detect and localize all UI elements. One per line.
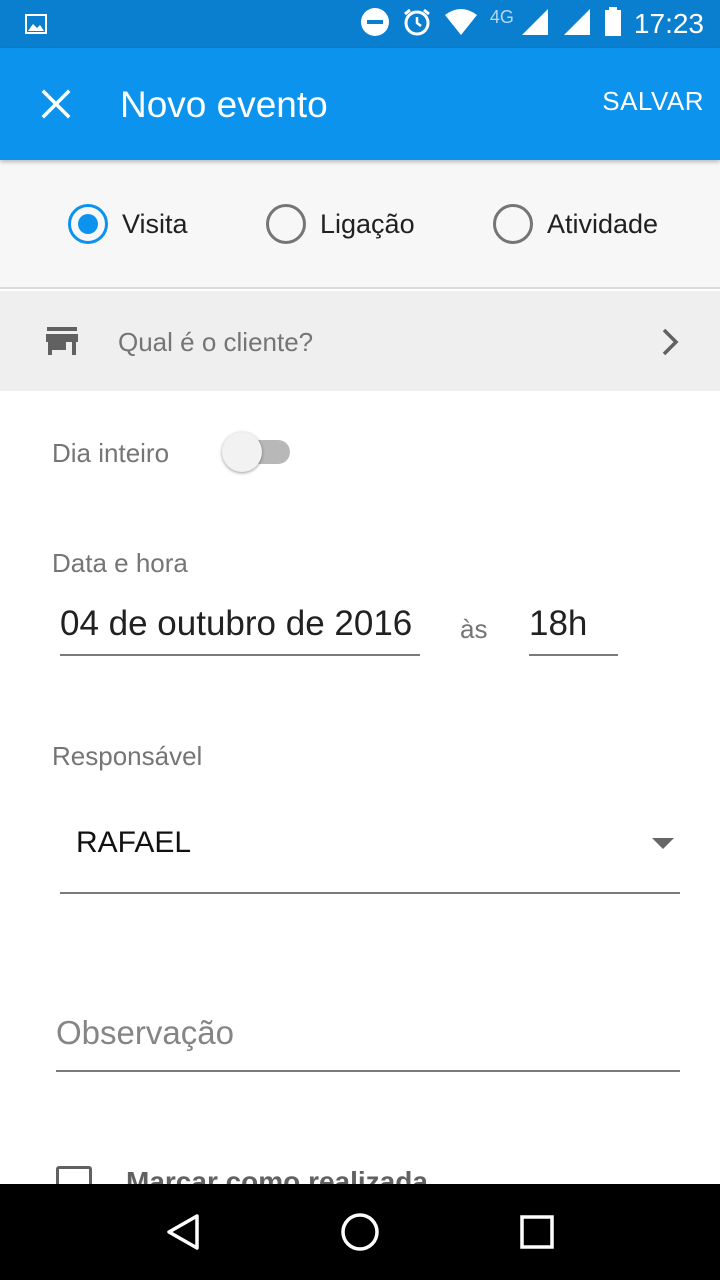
datetime-label: Data e hora [52,548,188,578]
radio-visita[interactable]: Visita [68,204,188,244]
do-not-disturb-icon [360,7,390,42]
client-selector[interactable]: Qual é o cliente? [0,291,720,391]
radio-button[interactable] [266,204,306,244]
recents-button[interactable] [507,1202,567,1262]
clock: 17:23 [633,8,704,39]
radio-atividade[interactable]: Atividade [493,204,658,244]
observation-placeholder: Observação [56,1014,234,1051]
client-placeholder: Qual é o cliente? [118,327,314,357]
save-button[interactable]: SALVAR [602,86,704,117]
back-triangle-icon [167,1214,200,1250]
dropdown-arrow-icon [652,838,674,849]
alarm-icon [402,7,432,42]
network-type: 4G [489,6,514,27]
time-value: 18h [529,604,588,643]
page-title: Novo evento [120,84,328,125]
date-value: 04 de outubro de 2016 [60,604,413,643]
all-day-toggle[interactable] [222,432,292,472]
conjunction-text: às [460,614,488,644]
home-circle-icon [341,1213,379,1251]
toggle-thumb [222,432,262,472]
radio-label: Ligação [320,208,415,239]
wifi-icon [444,8,478,41]
all-day-label: Dia inteiro [52,438,170,468]
close-button[interactable] [32,80,80,128]
radio-label: Atividade [547,208,659,239]
radio-label: Visita [122,208,188,239]
image-notification-icon [24,12,48,41]
radio-button[interactable] [493,204,533,244]
observation-field[interactable]: Observação [56,1014,680,1072]
signal-icon [520,7,550,42]
store-icon [46,327,78,360]
chevron-right-icon [660,326,680,363]
recents-square-icon [519,1215,554,1249]
radio-button-checked[interactable] [68,204,108,244]
time-field[interactable]: 18h [529,604,618,656]
navigation-bar [0,1184,720,1280]
responsible-dropdown[interactable]: RAFAEL [60,800,680,894]
responsible-label: Responsável [52,741,203,771]
status-bar: 4G 17:23 [0,0,720,48]
radio-ligacao[interactable]: Ligação [266,204,415,244]
battery-icon [604,6,622,42]
close-icon [41,89,71,119]
responsible-value: RAFAEL [76,826,192,859]
app-bar: Novo evento SALVAR [0,48,720,160]
event-type-group: Visita Ligação Atividade [0,160,720,289]
date-field[interactable]: 04 de outubro de 2016 [60,604,420,656]
home-button[interactable] [330,1202,390,1262]
signal-icon-2 [562,7,592,42]
back-button[interactable] [153,1202,213,1262]
